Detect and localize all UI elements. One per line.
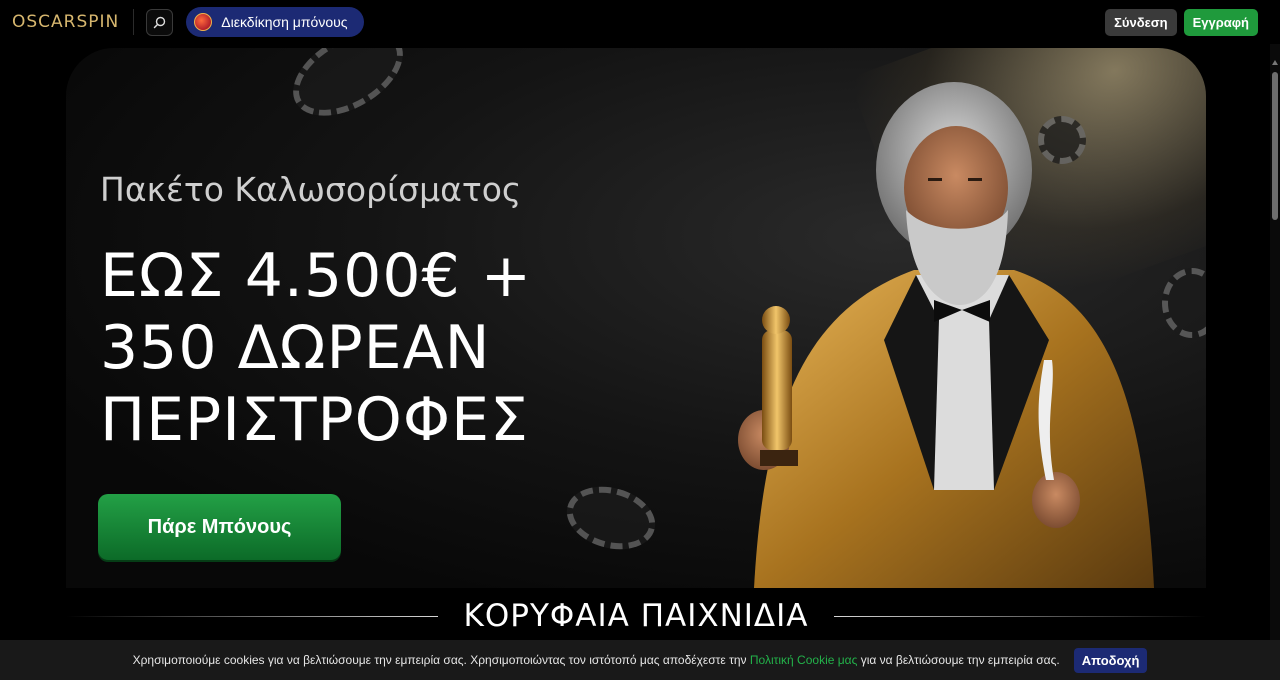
header-divider — [133, 9, 135, 35]
oscarspin-logo[interactable]: OSCARSPIN — [12, 12, 119, 32]
welcome-hero-banner: Πακέτο Καλωσορίσματος ΕΩΣ 4.500€ + 350 Δ… — [66, 48, 1206, 588]
cookie-text-before: Χρησιμοποιούμε cookies για να βελτιώσουμ… — [132, 653, 750, 667]
oscar-character-illustration — [738, 82, 1154, 588]
scrollbar-thumb[interactable] — [1272, 72, 1278, 220]
cookie-text-after: για να βελτιώσουμε την εμπειρία σας. — [857, 653, 1060, 667]
register-button[interactable]: Εγγραφή — [1183, 8, 1258, 36]
hero-title-line: ΠΕΡΙΣΤΡΟΦΕΣ — [100, 385, 529, 455]
hero-title-line: 350 ΔΩΡΕΑΝ — [100, 313, 491, 383]
casino-chip-decoration — [559, 477, 663, 559]
header-actions: Σύνδεση Εγγραφή — [1105, 8, 1258, 36]
casino-chip-decoration — [1162, 268, 1206, 338]
claim-bonus-button[interactable]: Διεκδίκηση μπόνους — [186, 7, 364, 37]
claim-bonus-label: Διεκδίκηση μπόνους — [221, 14, 348, 30]
heading-rule-left — [66, 615, 438, 617]
bonus-badge-icon — [194, 13, 213, 31]
cookie-policy-link[interactable]: Πολιτική Cookie μας — [750, 653, 858, 667]
top-games-heading: ΚΟΡΥΦΑΙΑ ΠΑΙΧΝΙΔΙΑ — [66, 596, 1207, 636]
page: OSCARSPIN Διεκδίκηση μπόνους Σύνδεση Εγγ… — [0, 0, 1280, 680]
casino-chip-decoration — [278, 48, 418, 134]
hero-subtitle: Πακέτο Καλωσορίσματος — [100, 170, 522, 209]
login-button[interactable]: Σύνδεση — [1105, 8, 1177, 36]
cookie-message: Χρησιμοποιούμε cookies για να βελτιώσουμ… — [133, 653, 1060, 667]
scroll-up-arrow-icon[interactable] — [1272, 60, 1278, 65]
hero-title: ΕΩΣ 4.500€ + 350 ΔΩΡΕΑΝ ΠΕΡΙΣΤΡΟΦΕΣ — [100, 240, 532, 456]
hero-title-line: ΕΩΣ 4.500€ + — [100, 241, 533, 311]
heading-rule-right — [834, 615, 1207, 617]
search-icon — [154, 16, 166, 28]
top-header: OSCARSPIN Διεκδίκηση μπόνους Σύνδεση Εγγ… — [0, 0, 1270, 44]
get-bonus-button[interactable]: Πάρε Μπόνους — [98, 494, 341, 560]
cookie-consent-bar: Χρησιμοποιούμε cookies για να βελτιώσουμ… — [0, 640, 1280, 680]
search-button[interactable] — [146, 8, 174, 36]
section-title: ΚΟΡΥΦΑΙΑ ΠΑΙΧΝΙΔΙΑ — [463, 598, 809, 634]
cookie-accept-button[interactable]: Αποδοχή — [1073, 647, 1148, 673]
